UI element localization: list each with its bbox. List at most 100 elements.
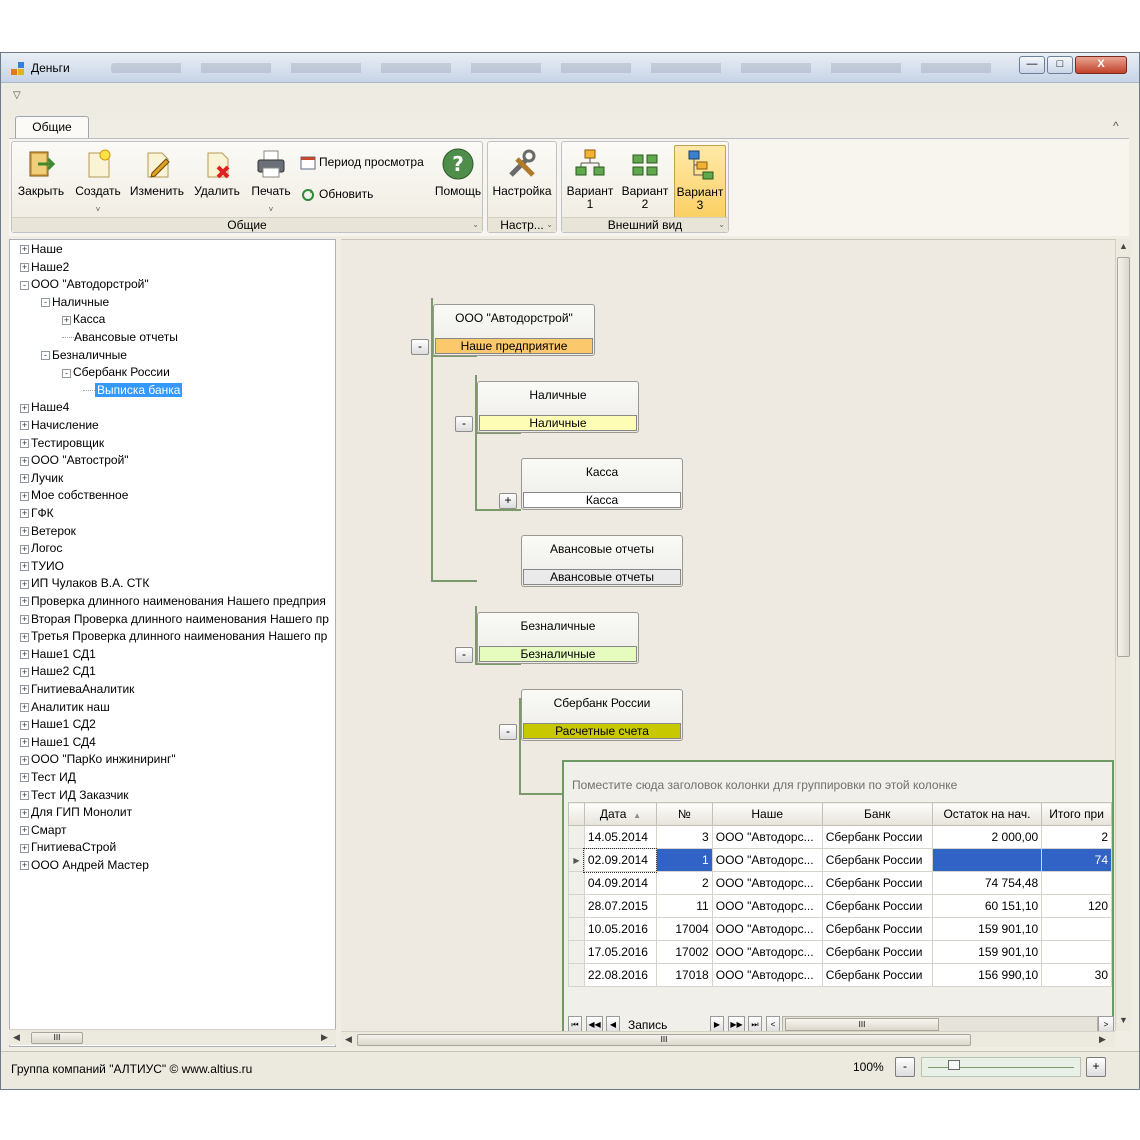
- tree-item[interactable]: + Наше2: [20, 259, 69, 276]
- tree-item[interactable]: + Ветерок: [20, 523, 76, 540]
- expand-icon[interactable]: +: [20, 421, 29, 431]
- cell-date[interactable]: 28.07.2015: [583, 894, 657, 918]
- tree-item[interactable]: + ИП Чулаков В.А. СТК: [20, 575, 149, 592]
- scroll-right-icon[interactable]: ▶: [321, 1032, 328, 1043]
- tree-item[interactable]: + ГнитиеваАналитик: [20, 681, 134, 698]
- tree-item[interactable]: + Логос: [20, 540, 62, 557]
- cell-num[interactable]: 3: [655, 825, 713, 849]
- row-indicator[interactable]: [568, 963, 585, 987]
- collapse-icon[interactable]: -: [41, 298, 50, 308]
- table-row[interactable]: 22.08.2016 17018 ООО "Автодорс... Сбербанк …: [568, 963, 1112, 987]
- tree-item[interactable]: + Для ГИП Монолит: [20, 804, 132, 821]
- tree-item[interactable]: - Сбербанк России: [62, 364, 170, 381]
- cell-bank[interactable]: Сбербанк России: [821, 825, 933, 849]
- refresh-button[interactable]: Обновить: [300, 184, 400, 204]
- column-header-opening-balance[interactable]: Остаток на нач.: [931, 802, 1043, 826]
- tree-item[interactable]: + Вторая Проверка длинного наименования Н…: [20, 611, 329, 628]
- scroll-up-icon[interactable]: ▲: [1119, 241, 1128, 251]
- collapse-toggle[interactable]: -: [411, 339, 429, 355]
- cell-num[interactable]: 11: [655, 894, 713, 918]
- tree-item[interactable]: + Тестировщик: [20, 435, 104, 452]
- column-header-number[interactable]: №: [655, 802, 713, 826]
- cell-total[interactable]: 30: [1041, 963, 1112, 987]
- grid-hscroll-thumb[interactable]: III: [785, 1018, 939, 1031]
- dialog-launcher-icon[interactable]: ⌄: [718, 218, 725, 232]
- dialog-launcher-icon[interactable]: ⌄: [472, 218, 479, 232]
- tree-item[interactable]: + ООО Андрей Мастер: [20, 857, 149, 874]
- tree-item[interactable]: - Наличные: [41, 294, 109, 311]
- expand-icon[interactable]: +: [20, 614, 29, 624]
- expand-icon[interactable]: +: [20, 685, 29, 695]
- cell-total[interactable]: [1041, 871, 1112, 895]
- expand-icon[interactable]: +: [20, 738, 29, 748]
- node-noncash[interactable]: Безналичные Безналичные: [477, 612, 639, 664]
- cell-our[interactable]: ООО "Автодорс...: [711, 963, 823, 987]
- minimize-button[interactable]: —: [1019, 56, 1045, 74]
- node-avans[interactable]: Авансовые отчеты Авансовые отчеты: [521, 535, 683, 587]
- create-button[interactable]: Создать ˅: [70, 145, 126, 219]
- scroll-left-icon[interactable]: ◀: [345, 1034, 352, 1045]
- settings-button[interactable]: Настройка: [490, 145, 554, 219]
- bank-statement-grid[interactable]: Дата ▲ № Наше Банк Остаток на нач. Итого…: [568, 802, 1112, 987]
- table-row[interactable]: 10.05.2016 17004 ООО "Автодорс... Сбербанк …: [568, 917, 1112, 941]
- tree-item[interactable]: + Тест ИД: [20, 769, 76, 786]
- tree-item[interactable]: + Проверка длинного наименования Нашего п…: [20, 593, 326, 610]
- tree-item[interactable]: - ООО "Автодорстрой": [20, 276, 149, 293]
- node-root[interactable]: ООО "Автодорстрой" Наше предприятие: [433, 304, 595, 356]
- tree-item[interactable]: + Наше1 СД1: [20, 646, 96, 663]
- expand-icon[interactable]: +: [20, 491, 29, 501]
- table-row[interactable]: ▶ 02.09.2014 1 ООО "Автодорс... Сбербанк Рос…: [568, 847, 1112, 873]
- row-indicator[interactable]: [568, 871, 585, 895]
- scroll-left-icon[interactable]: ◀: [13, 1032, 20, 1043]
- expand-icon[interactable]: +: [20, 843, 29, 853]
- tree-item[interactable]: + ТУИО: [20, 558, 64, 575]
- cell-bank[interactable]: Сбербанк России: [821, 940, 933, 964]
- diagram-hscroll-thumb[interactable]: III: [357, 1034, 971, 1046]
- cell-date[interactable]: 14.05.2014: [583, 825, 657, 849]
- cell-balance[interactable]: 74 754,48: [931, 871, 1043, 895]
- column-header-date[interactable]: Дата ▲: [583, 802, 657, 826]
- table-row[interactable]: 14.05.2014 3 ООО "Автодорс... Сбербанк Росс…: [568, 825, 1112, 849]
- tree-item[interactable]: + Лучик: [20, 470, 63, 487]
- navigation-tree[interactable]: + Наше + Наше2- ООО "Автодорстрой" - Наличные +…: [9, 239, 336, 1047]
- tree-item[interactable]: - Безналичные: [41, 347, 127, 364]
- tree-item[interactable]: + Касса: [62, 311, 105, 328]
- expand-icon[interactable]: +: [20, 790, 29, 800]
- cell-date[interactable]: 10.05.2016: [583, 917, 657, 941]
- collapse-toggle[interactable]: -: [455, 416, 473, 432]
- cell-total[interactable]: [1041, 940, 1112, 964]
- tree-item[interactable]: + ООО "ПарКо инжиниринг": [20, 751, 176, 768]
- cell-balance[interactable]: [931, 848, 1043, 872]
- cell-bank[interactable]: Сбербанк России: [821, 917, 933, 941]
- diagram-horizontal-scrollbar[interactable]: ◀ III ▶: [341, 1031, 1115, 1047]
- print-button[interactable]: Печать ˅: [246, 145, 296, 219]
- tree-item[interactable]: + Мое собственное: [20, 487, 128, 504]
- tree-item[interactable]: + Наше2 СД1: [20, 663, 96, 680]
- cell-our[interactable]: ООО "Автодорс...: [711, 894, 823, 918]
- tree-item[interactable]: + Наше4: [20, 399, 69, 416]
- zoom-in-button[interactable]: +: [1086, 1057, 1106, 1077]
- expand-icon[interactable]: +: [20, 438, 29, 448]
- tree-item[interactable]: + Тест ИД Заказчик: [20, 787, 129, 804]
- current-row-indicator-icon[interactable]: ▶: [568, 848, 585, 872]
- cell-bank[interactable]: Сбербанк России: [821, 963, 933, 987]
- cell-our[interactable]: ООО "Автодорс...: [711, 848, 823, 872]
- row-indicator[interactable]: [568, 825, 585, 849]
- qat-dropdown-icon[interactable]: ▽: [13, 90, 21, 101]
- expand-icon[interactable]: +: [20, 544, 29, 554]
- collapse-ribbon-icon[interactable]: ^: [1113, 119, 1119, 133]
- column-header-total[interactable]: Итого при: [1041, 802, 1112, 826]
- expand-icon[interactable]: +: [20, 861, 29, 871]
- expand-icon[interactable]: +: [20, 456, 29, 466]
- tree-item[interactable]: + Наше: [20, 241, 63, 258]
- row-indicator[interactable]: [568, 917, 585, 941]
- table-row[interactable]: 17.05.2016 17002 ООО "Автодорс... Сбербанк …: [568, 940, 1112, 964]
- expand-icon[interactable]: +: [20, 579, 29, 589]
- node-sber[interactable]: Сбербанк России Расчетные счета: [521, 689, 683, 741]
- scroll-right-icon[interactable]: ▶: [1099, 1034, 1106, 1045]
- help-button[interactable]: ? Помощь: [434, 145, 482, 219]
- column-header-our[interactable]: Наше: [711, 802, 823, 826]
- tree-item[interactable]: + Наше1 СД2: [20, 716, 96, 733]
- cell-our[interactable]: ООО "Автодорс...: [711, 917, 823, 941]
- cell-balance[interactable]: 2 000,00: [931, 825, 1043, 849]
